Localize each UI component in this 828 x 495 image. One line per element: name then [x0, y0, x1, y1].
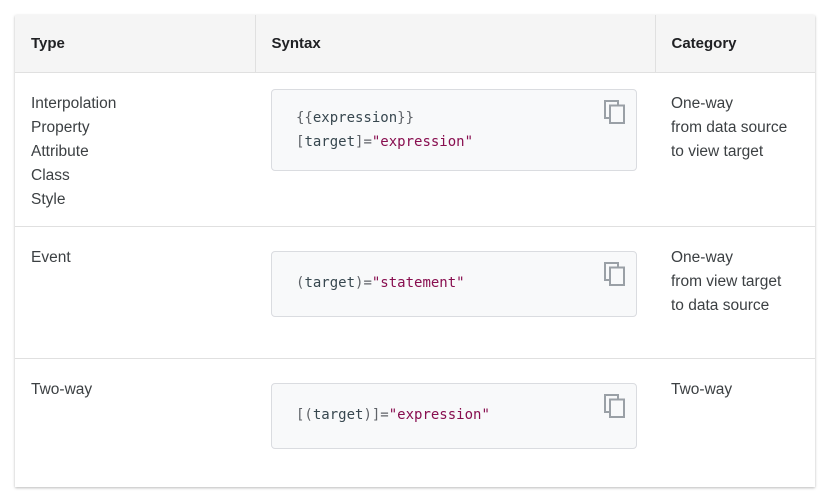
type-line: Interpolation [31, 95, 117, 112]
code-line: {{expression}} [296, 106, 612, 130]
category-line: to view target [671, 143, 764, 160]
category-cell: One-way from data source to view target [655, 72, 815, 227]
code-string: "expression" [388, 407, 490, 423]
type-cell: Two-way [15, 359, 255, 491]
binding-table: Type Syntax Category Interpolation Proper… [15, 15, 815, 490]
code-token: [( [296, 407, 313, 423]
table-row: Two-way [(target)]="expression" Two-way [15, 359, 815, 491]
code-token: expression [312, 110, 398, 126]
category-line: to data source [671, 297, 770, 314]
code-token: }} [397, 110, 415, 126]
code-token: )= [355, 275, 372, 291]
category-line: from view target [671, 273, 782, 290]
category-line: One-way [671, 249, 734, 266]
header-type: Type [15, 15, 255, 73]
code-line: (target)="statement" [296, 271, 612, 295]
type-cell: Interpolation Property Attribute Class Style [15, 72, 255, 227]
type-line: Style [31, 191, 66, 208]
code-token: ]= [355, 134, 372, 150]
code-string: "statement" [371, 275, 465, 291]
syntax-cell: [(target)]="expression" [255, 359, 655, 491]
code-string: "expression" [371, 134, 474, 150]
header-syntax: Syntax [254, 15, 655, 73]
header-row: Type Syntax Category [15, 15, 815, 73]
type-line: Class [31, 167, 70, 184]
code-line: [target]="expression" [296, 130, 612, 154]
copy-icon[interactable] [604, 262, 626, 286]
code-token: target [304, 275, 356, 291]
category-line: Two-way [671, 381, 733, 398]
table-row: Event (target)="statement" One-way from vie… [15, 226, 815, 359]
category-cell: One-way from view target to data source [655, 226, 815, 359]
copy-icon[interactable] [604, 394, 626, 418]
code-token: {{ [296, 110, 313, 126]
code-line: [(target)]="expression" [296, 403, 612, 427]
syntax-cell: {{expression}} [target]="expression" [255, 72, 655, 227]
type-line: Property [31, 119, 90, 136]
code-block[interactable]: {{expression}} [target]="expression" [271, 89, 637, 171]
category-line: One-way [671, 95, 734, 112]
syntax-cell: (target)="statement" [255, 226, 655, 359]
copy-icon[interactable] [604, 100, 626, 124]
type-line: Attribute [31, 143, 89, 160]
code-block[interactable]: (target)="statement" [271, 251, 637, 317]
code-token: target [312, 407, 364, 423]
type-line: Event [31, 249, 71, 266]
header-category: Category [654, 15, 815, 73]
binding-types-table: Type Syntax Category Interpolation Proper… [15, 15, 815, 487]
code-token: target [304, 134, 356, 150]
category-line: from data source [671, 119, 788, 136]
type-line: Two-way [31, 381, 93, 398]
code-token: )]= [363, 407, 389, 423]
type-cell: Event [15, 226, 255, 359]
category-cell: Two-way [655, 359, 815, 491]
code-block[interactable]: [(target)]="expression" [271, 383, 637, 449]
table-row: Interpolation Property Attribute Class Style… [15, 72, 815, 227]
